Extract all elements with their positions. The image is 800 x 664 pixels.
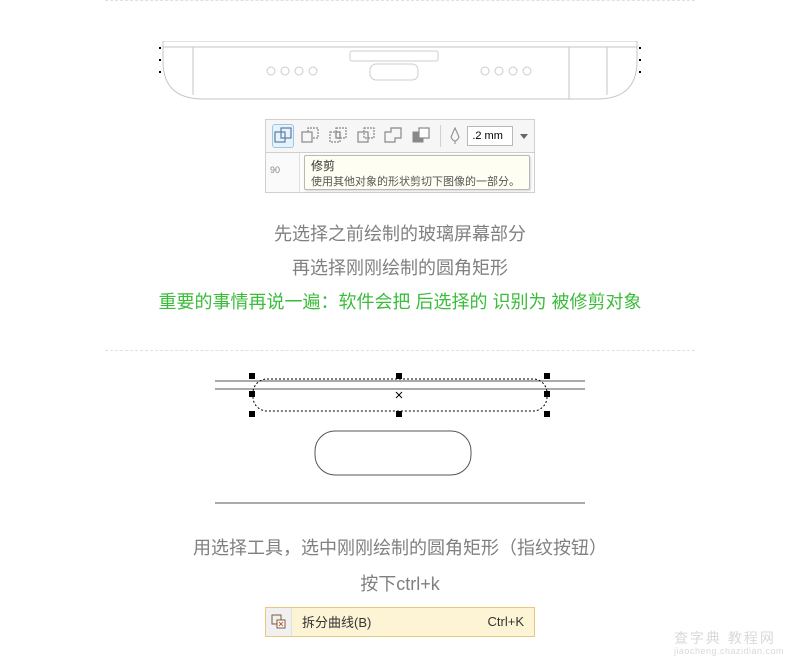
break-apart-icon — [266, 608, 292, 636]
weld-tool-icon[interactable] — [272, 124, 294, 148]
caption2-line-2: 按下ctrl+k — [100, 567, 700, 601]
break-apart-menu-item[interactable]: 拆分曲线(B) Ctrl+K — [265, 607, 535, 637]
menu-item-shortcut: Ctrl+K — [488, 614, 534, 629]
fingerprint-selection-art — [215, 365, 585, 505]
watermark-text: 查字典 教程网 — [674, 630, 776, 646]
ruler: 90 — [266, 153, 300, 192]
tooltip-title: 修剪 — [311, 158, 523, 175]
trim-tooltip: 修剪 使用其他对象的形状剪切下图像的一部分。 — [304, 155, 530, 190]
section-divider-mid — [105, 350, 695, 351]
dropdown-icon[interactable] — [519, 132, 528, 140]
outline-pen-icon[interactable] — [449, 127, 462, 145]
trim-tool-icon[interactable] — [300, 124, 322, 148]
watermark: 查字典 教程网 jiaocheng.chazidian.com — [674, 628, 784, 656]
ruler-tick: 90 — [270, 165, 280, 175]
intersect-tool-icon[interactable] — [327, 124, 349, 148]
outline-width-value: .2 mm — [472, 130, 503, 142]
toolbar-separator — [440, 125, 441, 147]
phone-bottom-outline — [155, 41, 645, 111]
front-minus-back-tool-icon[interactable] — [383, 124, 405, 148]
outline-width-field[interactable]: .2 mm — [467, 126, 513, 146]
tooltip-description: 使用其他对象的形状剪切下图像的一部分。 — [311, 175, 523, 190]
back-minus-front-tool-icon[interactable] — [410, 124, 432, 148]
caption-line-1: 先选择之前绘制的玻璃屏幕部分 — [100, 217, 700, 251]
simplify-tool-icon[interactable] — [355, 124, 377, 148]
section-divider-top — [105, 0, 695, 1]
menu-item-label: 拆分曲线(B) — [292, 612, 488, 631]
caption-line-2: 再选择刚刚绘制的圆角矩形 — [100, 251, 700, 285]
pathfinder-toolbar: .2 mm — [265, 119, 535, 153]
caption-line-3: 重要的事情再说一遍：软件会把 后选择的 识别为 被修剪对象 — [100, 285, 700, 319]
watermark-sub: jiaocheng.chazidian.com — [674, 646, 784, 656]
caption2-line-1: 用选择工具，选中刚刚绘制的圆角矩形（指纹按钮） — [100, 531, 700, 565]
ruler-tooltip-row: 90 修剪 使用其他对象的形状剪切下图像的一部分。 — [265, 153, 535, 193]
